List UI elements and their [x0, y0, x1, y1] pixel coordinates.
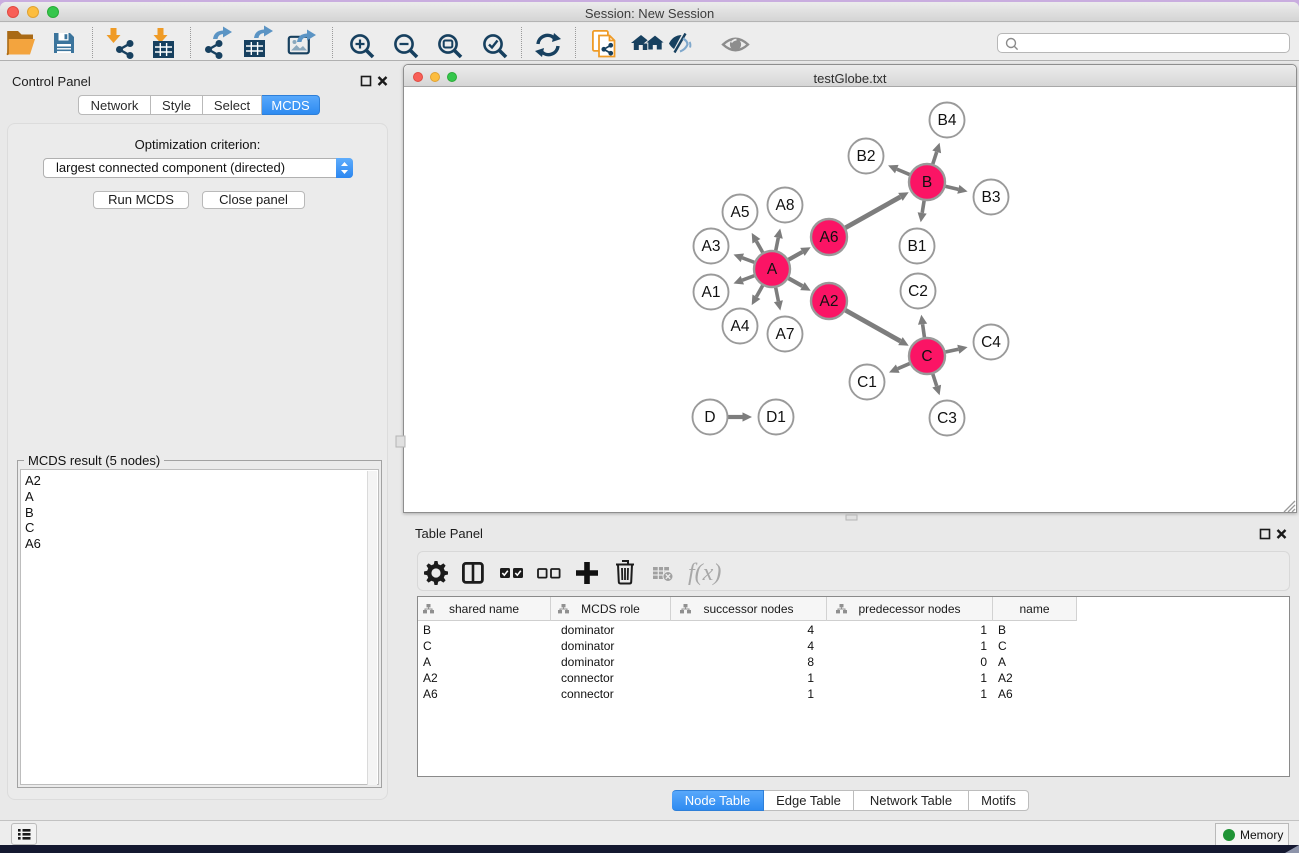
svg-text:A1: A1: [702, 284, 721, 301]
svg-text:C1: C1: [857, 374, 877, 391]
svg-text:B2: B2: [857, 148, 876, 165]
svg-text:B4: B4: [938, 112, 957, 129]
svg-text:A6: A6: [820, 229, 839, 246]
svg-text:C: C: [921, 348, 932, 365]
svg-text:A3: A3: [702, 238, 721, 255]
svg-text:C4: C4: [981, 334, 1001, 351]
svg-text:D: D: [704, 409, 715, 426]
svg-text:A: A: [767, 261, 778, 278]
svg-text:A7: A7: [776, 326, 795, 343]
svg-text:A4: A4: [731, 318, 750, 335]
svg-text:C3: C3: [937, 410, 957, 427]
svg-text:f(x): f(x): [688, 560, 721, 586]
svg-text:B1: B1: [908, 238, 927, 255]
svg-text:D1: D1: [766, 409, 786, 426]
svg-text:B: B: [922, 174, 932, 191]
svg-text:A2: A2: [820, 293, 839, 310]
svg-text:B3: B3: [982, 189, 1001, 206]
svg-text:A5: A5: [731, 204, 750, 221]
svg-text:C2: C2: [908, 283, 928, 300]
svg-text:A8: A8: [776, 197, 795, 214]
